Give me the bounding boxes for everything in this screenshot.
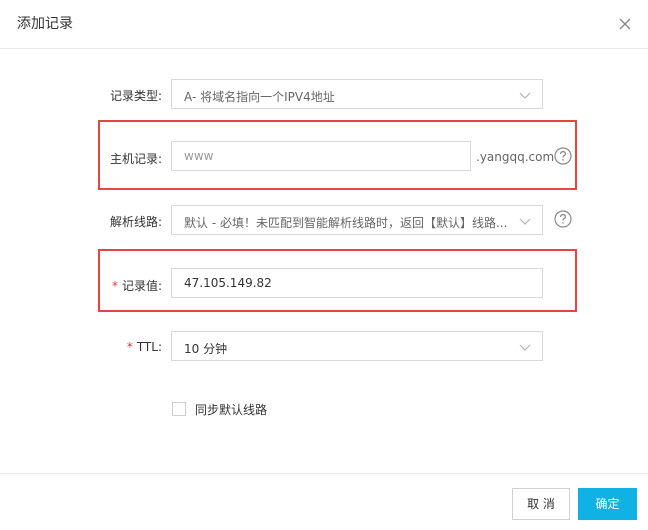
domain-suffix: .yangqq.com — [476, 150, 555, 164]
confirm-button[interactable]: 确定 — [578, 488, 637, 520]
record-value-label-wrap: * 记录值: — [42, 277, 162, 294]
record-value-label: 记录值: — [121, 279, 162, 293]
host-input[interactable] — [171, 141, 471, 171]
required-mark: * — [126, 340, 133, 354]
line-select[interactable]: 默认 - 必填！未匹配到智能解析线路时，返回【默认】线路... — [171, 205, 543, 235]
ttl-label: TTL: — [136, 340, 162, 354]
cancel-button[interactable]: 取 消 — [512, 488, 570, 520]
ttl-label-wrap: * TTL: — [42, 340, 162, 354]
add-record-dialog: 添加记录 记录类型: A- 将域名指向一个IPV4地址 主机记录: .yangq… — [0, 0, 648, 529]
ttl-select[interactable]: 10 分钟 — [171, 331, 543, 361]
required-mark: * — [111, 279, 118, 293]
chevron-down-icon — [519, 341, 531, 353]
record-type-select[interactable]: A- 将域名指向一个IPV4地址 — [171, 79, 543, 109]
sync-default-line-checkbox[interactable] — [172, 402, 186, 416]
chevron-down-icon — [519, 89, 531, 101]
host-label: 主机记录: — [109, 152, 162, 166]
close-icon[interactable] — [614, 13, 636, 35]
dialog-title: 添加记录 — [17, 16, 73, 32]
record-type-value: A- 将域名指向一个IPV4地址 — [184, 90, 335, 104]
help-icon[interactable] — [554, 147, 572, 165]
line-label: 解析线路: — [109, 215, 162, 229]
dialog-header: 添加记录 — [0, 0, 648, 49]
record-type-label: 记录类型: — [109, 89, 162, 103]
ttl-value: 10 分钟 — [184, 342, 228, 356]
chevron-down-icon — [519, 215, 531, 227]
line-value: 默认 - 必填！未匹配到智能解析线路时，返回【默认】线路... — [184, 216, 508, 230]
record-value-input[interactable] — [171, 268, 543, 298]
sync-default-line-label[interactable]: 同步默认线路 — [195, 401, 267, 418]
help-icon[interactable] — [554, 210, 572, 228]
